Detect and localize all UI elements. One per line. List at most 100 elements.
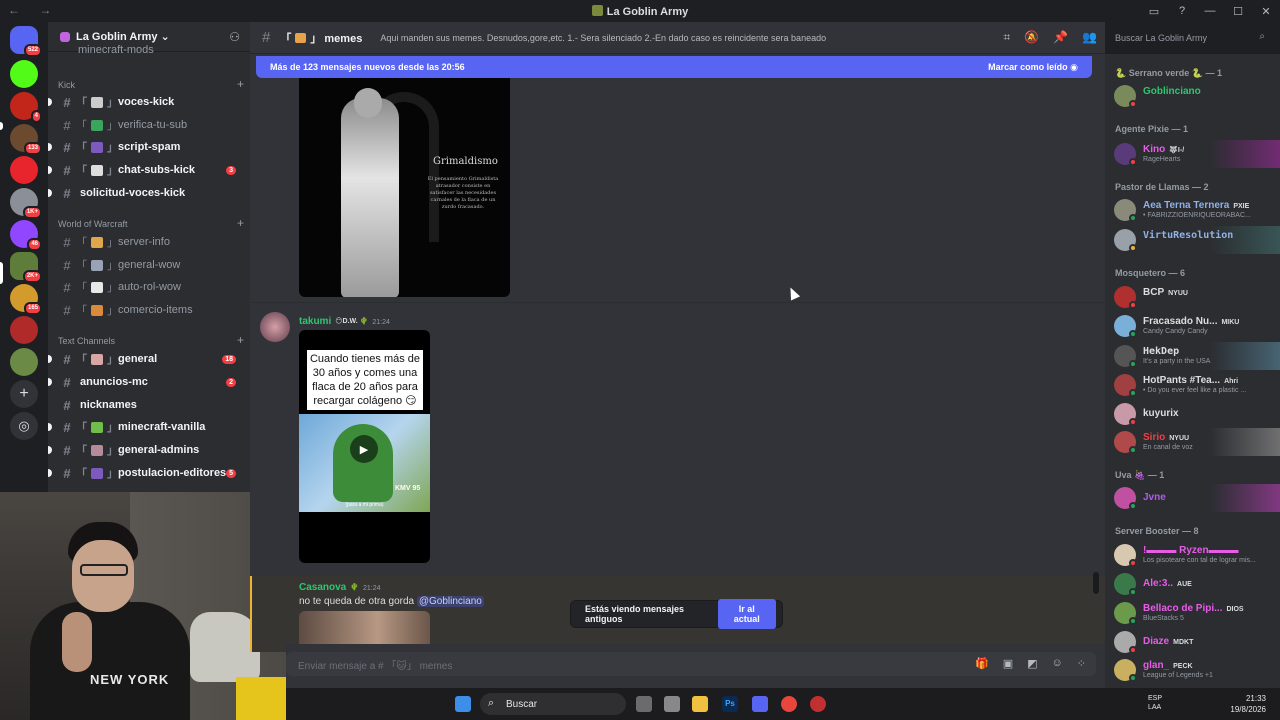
channel-solicitud-voces-kick[interactable]: # solicitud-voces-kick xyxy=(48,183,244,203)
taskbar-search[interactable]: ⌕ Buscar xyxy=(480,693,626,715)
channel-general-admins[interactable]: # 「」 general-admins xyxy=(48,440,244,460)
member-bellaco[interactable]: Bellaco de Pipi... DIOS BlueStacks 5 xyxy=(1105,599,1280,627)
member-sirio[interactable]: Sirio NYUU En canal de voz xyxy=(1105,428,1280,456)
server-gray[interactable]: 1K+ xyxy=(10,188,42,219)
emoji-icon[interactable]: ☺ xyxy=(1052,657,1063,670)
member-kino[interactable]: Kino 🐺I-/ RageHearts xyxy=(1105,140,1280,168)
channel-anuncios-mc[interactable]: # anuncios-mc 2 xyxy=(48,372,244,392)
help-icon[interactable]: ? xyxy=(1168,0,1196,22)
channel-server-info[interactable]: # 「」 server-info xyxy=(56,232,244,252)
play-icon[interactable]: ▶ xyxy=(350,435,378,463)
video-attachment[interactable]: Cuando tienes más de 30 años y comes una… xyxy=(299,330,430,563)
close-button[interactable]: ✕ xyxy=(1252,0,1280,22)
channel-general-wow[interactable]: # 「」 general-wow xyxy=(56,255,244,275)
jump-to-present-button[interactable]: Ir al actual xyxy=(717,599,776,629)
user-mention[interactable]: @Goblinciano xyxy=(416,596,484,607)
channel-comercio-items[interactable]: # 「」 comercio-items xyxy=(56,300,244,320)
channel-label: minecraft-mods xyxy=(78,44,154,56)
member-hekdep[interactable]: HekDep It's a party in the USA xyxy=(1105,342,1280,370)
sticker-icon[interactable]: ◩ xyxy=(1027,657,1037,670)
avatar-takumi[interactable] xyxy=(260,312,290,342)
language-indicator[interactable]: ESP LAA xyxy=(1148,694,1162,712)
member-jvne[interactable]: Jvne xyxy=(1105,484,1280,512)
add-server-icon[interactable]: + xyxy=(10,380,38,408)
author-name: Casanova xyxy=(299,582,347,593)
inbox-icon[interactable]: ▭ xyxy=(1140,0,1168,22)
task-view-icon[interactable] xyxy=(636,696,652,712)
member-ale[interactable]: Ale:3.. AUE xyxy=(1105,570,1280,598)
chrome-icon[interactable] xyxy=(781,696,797,712)
channel-verifica-tu-sub[interactable]: # 「」 verifica-tu-sub xyxy=(56,115,244,135)
channel-script-spam[interactable]: # 「」 script-spam xyxy=(48,137,244,157)
search-input[interactable]: Buscar La Goblin Army ⌕ xyxy=(1109,28,1271,48)
server-red-green[interactable] xyxy=(10,316,38,344)
member-bcp[interactable]: BCP NYUU xyxy=(1105,283,1280,311)
member-fracasado[interactable]: Fracasado Nu... MIKU Candy Candy Candy xyxy=(1105,312,1280,340)
member-goblinciano[interactable]: Goblinciano xyxy=(1105,82,1280,110)
member-glan[interactable]: glan_ PECK League of Legends +1 xyxy=(1105,656,1280,684)
server-twitch[interactable]: 46 xyxy=(10,220,42,251)
member-ryzen[interactable]: !▬▬▬ Ryzen▬▬▬ Los pisoteare con tal de lo… xyxy=(1105,541,1280,569)
member-hotpants[interactable]: HotPants #Tea... Ahri • Do you ever feel l… xyxy=(1105,371,1280,399)
timestamp: 21:24 xyxy=(372,319,390,326)
channel-voces-kick[interactable]: # 「」 voces-kick xyxy=(48,92,244,112)
server-green[interactable] xyxy=(10,348,38,376)
channel-auto-rol-wow[interactable]: # 「」 auto-rol-wow xyxy=(56,277,244,297)
mute-bell-icon[interactable]: 🔕 xyxy=(1024,30,1039,45)
member-virturesolution[interactable]: VirtuResolution xyxy=(1105,226,1280,254)
add-channel-icon[interactable]: + xyxy=(237,77,244,91)
channel-minecraft-vanilla[interactable]: # 「」 minecraft-vanilla xyxy=(48,417,244,437)
video-subtitle: (para a mi prima) xyxy=(345,502,384,508)
discord-taskbar-icon[interactable] xyxy=(752,696,768,712)
scrollbar[interactable] xyxy=(1093,572,1099,594)
add-channel-icon[interactable]: + xyxy=(237,216,244,230)
server-goblin[interactable]: 2K+ xyxy=(10,252,42,283)
category-text-channels[interactable]: Text Channels + xyxy=(58,333,244,347)
apps-icon[interactable]: ⁘ xyxy=(1077,657,1086,670)
member-activity: RageHearts xyxy=(1143,156,1181,163)
server-white-cross[interactable] xyxy=(10,156,38,184)
app-icon[interactable] xyxy=(664,696,680,712)
channel-minecraft-mods[interactable]: minecraft-mods xyxy=(56,44,244,56)
channel-topic[interactable]: Aqui manden sus memes. Desnudos,gore,etc… xyxy=(380,33,826,43)
server-red[interactable]: 4 xyxy=(10,92,42,123)
category-world-of-warcraft[interactable]: World of Warcraft + xyxy=(58,216,244,230)
author-takumi[interactable]: takumi 😶D.W. 🌵 21:24 xyxy=(299,316,390,327)
pin-icon[interactable]: 📌 xyxy=(1053,30,1068,45)
photoshop-icon[interactable]: Ps xyxy=(722,696,738,712)
home-button[interactable]: 522 xyxy=(10,26,42,57)
server-brown[interactable]: 133 xyxy=(10,124,42,155)
server-kick[interactable] xyxy=(10,60,38,88)
server-anime[interactable]: 165 xyxy=(10,284,42,315)
channel-chat-subs-kick[interactable]: # 「」 chat-subs-kick 3 xyxy=(48,160,244,180)
channel-general[interactable]: # 「」 general 18 xyxy=(48,349,244,369)
member-aea-terna[interactable]: Aea Terna Ternera PXIE • FABRIZZIOENRIQUEO… xyxy=(1105,196,1280,224)
gift-icon[interactable]: 🎁 xyxy=(975,657,989,670)
threads-icon[interactable]: ⌗ xyxy=(1003,30,1010,45)
app-red-icon[interactable] xyxy=(810,696,826,712)
gif-icon[interactable]: ▣ xyxy=(1003,657,1013,670)
add-channel-icon[interactable]: + xyxy=(237,333,244,347)
member-diaze[interactable]: Diaze MDKT xyxy=(1105,628,1280,656)
members-icon[interactable]: 👥 xyxy=(1082,30,1097,45)
status-online-icon xyxy=(1129,330,1137,338)
channel-postulacion-editores[interactable]: # 「」 postulacion-editores 5 xyxy=(48,463,244,483)
channel-nicknames[interactable]: # nicknames xyxy=(56,395,244,415)
start-button[interactable] xyxy=(455,696,471,712)
message-input[interactable]: Enviar mensaje a # 「🐱」 memes 🎁 ▣ ◩ ☺ ⁘ xyxy=(286,652,1096,676)
clock[interactable]: 21:33 19/8/2026 xyxy=(1230,693,1266,715)
meme-image-grimaldismo[interactable]: Grimaldismo El pensamiento Grimaldista a… xyxy=(299,78,510,297)
mark-read-button[interactable]: Marcar como leído ◉ xyxy=(988,62,1078,73)
file-explorer-icon[interactable] xyxy=(692,696,708,712)
minimize-button[interactable]: — xyxy=(1196,0,1224,22)
maximize-button[interactable]: ☐ xyxy=(1224,0,1252,22)
channel-label: minecraft-vanilla xyxy=(118,421,206,433)
explore-icon[interactable]: ◎ xyxy=(10,412,38,440)
category-kick[interactable]: Kick + xyxy=(58,77,244,91)
invite-people-icon[interactable]: ⚇ xyxy=(229,30,240,44)
member-kuyurix[interactable]: kuyurix xyxy=(1105,400,1280,428)
clan-tag-text: D.W. xyxy=(342,318,358,325)
new-messages-bar[interactable]: Más de 123 mensajes nuevos desde las 20:… xyxy=(256,56,1092,78)
author-casanova[interactable]: Casanova 🌵 21:24 xyxy=(299,582,381,593)
member-name: Goblinciano xyxy=(1143,86,1201,97)
